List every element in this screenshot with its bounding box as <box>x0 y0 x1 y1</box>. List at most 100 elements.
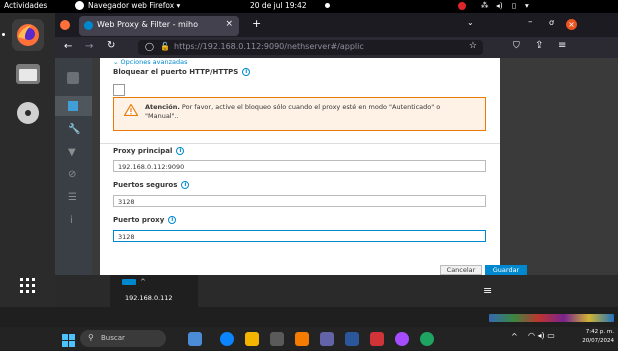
proxy-principal-label: Proxy principal i <box>113 147 185 155</box>
proxy-settings-form: ⌄ Opciones avanzadas Bloquear el puerto … <box>100 58 527 275</box>
nethserver-favicon-icon <box>84 21 93 30</box>
close-window-button[interactable]: × <box>566 19 577 30</box>
disc-dock-item[interactable] <box>12 97 44 129</box>
back-button[interactable]: ← <box>64 41 72 52</box>
info-icon[interactable]: i <box>181 181 190 189</box>
block-port-text: Bloquear el puerto HTTP/HTTPS <box>113 68 239 76</box>
folder-icon <box>16 64 40 84</box>
battery-icon[interactable]: ▯ <box>512 1 516 10</box>
tray-apps-icons[interactable] <box>489 314 614 322</box>
hamburger-menu-icon[interactable]: ≡ <box>483 284 492 297</box>
show-hidden-icons-chevron-icon[interactable]: ^ <box>511 332 518 341</box>
host-switcher[interactable]: ^ 192.168.0.112 <box>110 275 198 307</box>
firefox-content: 🔧 ▼ ⊘ ☰ ⅰ ⌄ Opciones avanzadas Bloquear … <box>55 58 618 307</box>
taskbar-search[interactable]: ⚲ Buscar <box>80 330 166 347</box>
chrome-icon[interactable] <box>420 332 434 346</box>
paint-icon[interactable] <box>395 332 409 346</box>
network-icon[interactable]: ⁂ <box>481 1 489 10</box>
proxy-port-label: Puerto proxy i <box>113 216 177 224</box>
forward-button[interactable]: → <box>85 41 93 52</box>
filter-icon[interactable]: ▼ <box>68 147 76 158</box>
reload-button[interactable]: ↻ <box>107 40 115 51</box>
firefox-nav-bar: ← → ↻ ◯ 🔓 https://192.168.0.112:9090/net… <box>55 37 618 58</box>
lock-warning-icon[interactable]: 🔓 <box>160 42 170 51</box>
info-icon[interactable]: i <box>242 68 251 76</box>
windows-logo-icon <box>62 334 75 347</box>
block-port-checkbox[interactable] <box>113 84 125 96</box>
cancel-button[interactable]: Cancelar <box>440 265 482 275</box>
sidebar-item-applications[interactable] <box>67 72 79 84</box>
info-icon[interactable]: i <box>176 147 185 155</box>
vlc-icon[interactable] <box>295 332 309 346</box>
shield-icon[interactable]: ◯ <box>145 42 154 51</box>
block-icon[interactable]: ⊘ <box>68 169 76 180</box>
list-icon[interactable]: ☰ <box>68 192 77 203</box>
advanced-options-toggle[interactable]: ⌄ Opciones avanzadas <box>113 58 188 66</box>
new-tab-button[interactable]: + <box>252 17 261 30</box>
warning-text: Por favor, active el bloqueo sólo cuando… <box>145 103 441 120</box>
secure-ports-text: Puertos seguros <box>113 181 178 189</box>
save-button[interactable]: Guardar <box>485 265 527 275</box>
app-grid-icon <box>20 278 35 293</box>
taskbar-main: ⚲ Buscar ^ ◠ ◂) ▭ 7:42 p. m. 20/07/2024 <box>0 327 618 350</box>
file-explorer-icon[interactable] <box>245 332 259 346</box>
advanced-options-label: Opciones avanzadas <box>120 58 188 66</box>
app-icon[interactable] <box>370 332 384 346</box>
list-tabs-chevron-icon[interactable]: ⌄ <box>467 18 474 27</box>
running-indicator <box>2 33 5 36</box>
notification-dot-icon <box>325 3 330 8</box>
server-icon <box>122 279 136 285</box>
url-host: https://192.168.0.112 <box>174 42 262 51</box>
proxy-principal-text: Proxy principal <box>113 147 173 155</box>
block-port-label: Bloquear el puerto HTTP/HTTPS i <box>113 68 251 76</box>
menu-hamburger-icon[interactable]: ≡ <box>558 40 566 51</box>
maximize-button[interactable]: ơ <box>549 18 554 27</box>
word-icon[interactable] <box>345 332 359 346</box>
share-icon[interactable]: ⇪ <box>535 40 543 51</box>
disc-icon <box>17 102 39 124</box>
firefox-app-menu[interactable]: Navegador web Firefox ▾ <box>88 1 180 10</box>
teams-icon[interactable] <box>320 332 334 346</box>
tray-strip <box>0 307 618 327</box>
proxy-port-field[interactable]: 3128 <box>113 230 486 242</box>
bookmark-star-icon[interactable]: ☆ <box>469 41 477 51</box>
pocket-icon[interactable]: ⛉ <box>513 41 520 51</box>
weather-widget-icon[interactable] <box>188 332 202 346</box>
warning-title: Atención. <box>145 103 180 111</box>
nethserver-main-panel: ⌄ Opciones avanzadas Bloquear el puerto … <box>92 58 618 275</box>
system-menu-chevron-icon[interactable]: ▾ <box>525 1 529 10</box>
files-dock-item[interactable] <box>12 58 44 90</box>
warning-triangle-icon <box>124 104 138 116</box>
activities-button[interactable]: Actividades <box>4 1 47 10</box>
taskbar-date[interactable]: 20/07/2024 <box>572 338 614 344</box>
url-path: :9090/nethserver#/applic <box>261 42 364 51</box>
volume-icon[interactable]: ◂) <box>496 1 503 10</box>
proxy-port-text: Puerto proxy <box>113 216 165 224</box>
wrench-icon[interactable]: 🔧 <box>68 124 80 135</box>
terminal-icon[interactable] <box>270 332 284 346</box>
close-tab-icon[interactable]: × <box>225 19 233 29</box>
url-bar[interactable]: ◯ 🔓 https://192.168.0.112:9090/nethserve… <box>138 40 483 55</box>
firefox-dock-item[interactable] <box>12 19 44 51</box>
taskbar-time[interactable]: 7:42 p. m. <box>580 329 614 335</box>
host-label: 192.168.0.112 <box>125 294 173 302</box>
wifi-volume-battery-icons[interactable]: ◠ ◂) ▭ <box>528 331 555 340</box>
sidebar-item-dashboard-active[interactable] <box>55 96 92 116</box>
info-icon[interactable]: i <box>168 216 177 224</box>
info-icon[interactable]: ⅰ <box>70 215 73 226</box>
show-apps-button[interactable] <box>12 270 44 302</box>
dashboard-icon <box>68 101 78 111</box>
clock[interactable]: 20 de jul 19:42 <box>250 1 307 10</box>
chevron-up-icon: ^ <box>140 278 146 286</box>
secure-ports-field[interactable]: 3128 <box>113 195 486 207</box>
minimize-button[interactable]: – <box>528 17 533 27</box>
ubuntu-dock <box>0 13 55 307</box>
firefox-view-icon[interactable] <box>60 20 70 30</box>
tab-web-proxy[interactable]: Web Proxy & Filter - miho × <box>79 16 239 36</box>
edge-icon[interactable] <box>220 332 234 346</box>
secure-ports-label: Puertos seguros i <box>113 181 190 189</box>
url-text: https://192.168.0.112:9090/nethserver#/a… <box>174 42 364 51</box>
windows-start-button[interactable] <box>62 332 75 347</box>
firefox-tab-bar: Web Proxy & Filter - miho × + ⌄ – ơ × <box>55 13 618 37</box>
proxy-principal-field[interactable]: 192.168.0.112:9090 <box>113 160 486 172</box>
